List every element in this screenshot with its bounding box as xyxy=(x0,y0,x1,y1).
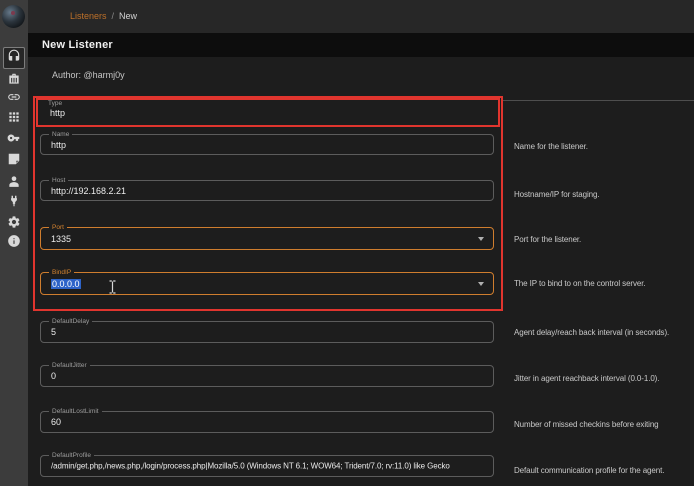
starkiller-logo xyxy=(2,5,25,28)
breadcrumb-current: New xyxy=(119,11,137,21)
key-icon xyxy=(7,131,21,150)
name-value: http xyxy=(51,140,66,150)
help-defaultjitter: Jitter in agent reachback interval (0.0-… xyxy=(514,374,694,384)
logo-highlight xyxy=(11,11,15,15)
name-input[interactable]: Name http xyxy=(40,134,494,155)
help-port: Port for the listener. xyxy=(514,235,694,245)
breadcrumb-separator: / xyxy=(112,11,115,21)
sidebar-item-users[interactable] xyxy=(7,176,21,190)
sidebar-item-listeners[interactable] xyxy=(3,47,25,69)
sidebar-item-agents[interactable] xyxy=(7,92,21,106)
help-name: Name for the listener. xyxy=(514,142,694,152)
chevron-down-icon[interactable] xyxy=(478,282,484,286)
sidebar-item-settings[interactable] xyxy=(7,217,21,231)
sidebar-item-stagers[interactable] xyxy=(7,74,21,88)
field-label-type: Type xyxy=(48,100,62,107)
sidebar-item-about[interactable] xyxy=(7,236,21,250)
headset-icon xyxy=(7,49,21,68)
field-label-bindip: BindIP xyxy=(49,268,74,277)
bindip-value: 0.0.0.0 xyxy=(51,279,81,289)
annotation-box-inner xyxy=(36,98,500,127)
chain-link-icon xyxy=(7,90,21,109)
field-label-defaultjitter: DefaultJitter xyxy=(49,361,90,370)
text-cursor xyxy=(108,280,117,299)
defaultdelay-input[interactable]: DefaultDelay 5 xyxy=(40,321,494,343)
breadcrumb-bar: Listeners / New xyxy=(28,0,694,33)
field-label-defaultlostlimit: DefaultLostLimit xyxy=(49,407,102,416)
sidebar-item-credentials[interactable] xyxy=(7,133,21,147)
defaultjitter-input[interactable]: DefaultJitter 0 xyxy=(40,365,494,387)
help-defaultlostlimit: Number of missed checkins before exiting xyxy=(514,420,694,430)
sidebar-item-plugins[interactable] xyxy=(7,196,21,210)
title-bar xyxy=(28,33,694,57)
sidebar-item-modules[interactable] xyxy=(7,112,21,126)
field-label-host: Host xyxy=(49,176,68,185)
defaultprofile-input[interactable]: DefaultProfile /admin/get.php,/news.php,… xyxy=(40,455,494,477)
section-divider xyxy=(503,100,694,101)
help-defaultprofile: Default communication profile for the ag… xyxy=(514,466,694,476)
starkiller-new-listener-page: Listeners / New New Listener Author: @ha… xyxy=(0,0,694,486)
gear-icon xyxy=(7,215,21,234)
plug-icon xyxy=(7,194,21,213)
field-label-defaultdelay: DefaultDelay xyxy=(49,317,92,326)
field-label-defaultprofile: DefaultProfile xyxy=(49,451,94,460)
host-value: http://192.168.2.21 xyxy=(51,186,126,196)
briefcase-icon xyxy=(7,72,21,91)
field-label-name: Name xyxy=(49,130,72,139)
defaultprofile-value: /admin/get.php,/news.php,/login/process.… xyxy=(51,462,450,471)
info-icon xyxy=(7,234,21,253)
sidebar-nav xyxy=(0,0,28,486)
modules-grid-icon xyxy=(7,110,21,129)
port-select[interactable]: Port 1335 xyxy=(40,227,494,250)
sidebar-item-reporting[interactable] xyxy=(7,154,21,168)
help-defaultdelay: Agent delay/reach back interval (in seco… xyxy=(514,328,694,338)
breadcrumb: Listeners / New xyxy=(70,11,137,21)
defaultlostlimit-input[interactable]: DefaultLostLimit 60 xyxy=(40,411,494,433)
help-host: Hostname/IP for staging. xyxy=(514,190,694,200)
field-label-port: Port xyxy=(49,223,67,232)
author-label: Author: @harmj0y xyxy=(52,70,125,80)
note-icon xyxy=(7,152,21,171)
page-title: New Listener xyxy=(42,39,113,51)
defaultdelay-value: 5 xyxy=(51,327,56,337)
user-icon xyxy=(7,174,21,193)
type-select[interactable]: http xyxy=(50,108,65,118)
defaultjitter-value: 0 xyxy=(51,371,56,381)
port-value: 1335 xyxy=(51,234,71,244)
breadcrumb-listeners-link[interactable]: Listeners xyxy=(70,11,107,21)
chevron-down-icon[interactable] xyxy=(478,237,484,241)
selected-text: 0.0.0.0 xyxy=(51,279,81,289)
defaultlostlimit-value: 60 xyxy=(51,417,61,427)
help-bindip: The IP to bind to on the control server. xyxy=(514,279,694,289)
host-input[interactable]: Host http://192.168.2.21 xyxy=(40,180,494,201)
